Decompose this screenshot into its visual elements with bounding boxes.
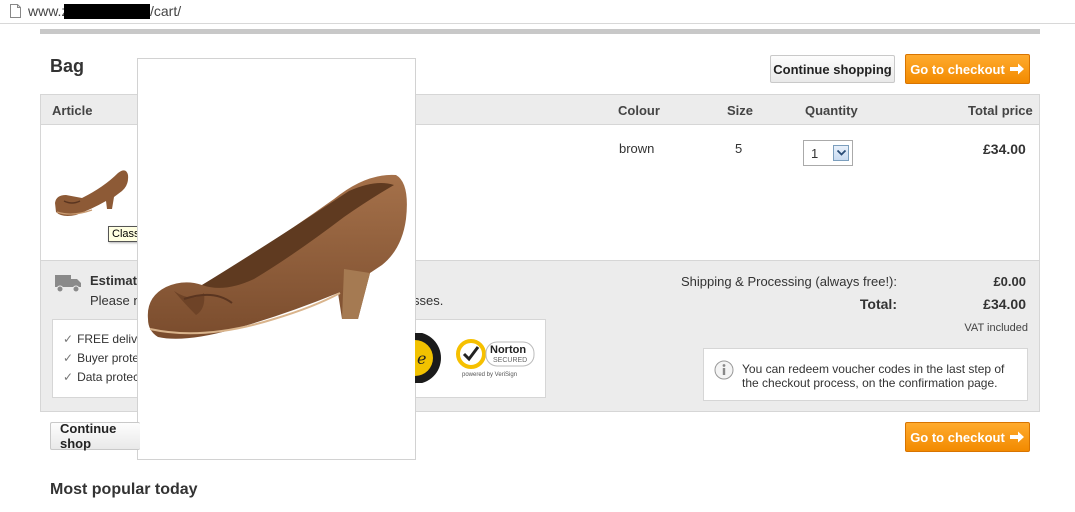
arrow-right-icon bbox=[1009, 431, 1024, 443]
checkout-label: Go to checkout bbox=[910, 61, 1005, 77]
truck-icon bbox=[55, 275, 81, 293]
voucher-info-box: You can redeem voucher codes in the last… bbox=[703, 348, 1028, 401]
check-icon: ✓ bbox=[63, 332, 74, 346]
product-large-image bbox=[147, 174, 407, 339]
most-popular-heading: Most popular today bbox=[50, 481, 198, 498]
vat-note: VAT included bbox=[964, 322, 1028, 334]
trust-item: ✓ Buyer prote bbox=[63, 351, 140, 365]
go-to-checkout-button[interactable]: Go to checkout bbox=[905, 54, 1030, 84]
trust-item: ✓ Data protec bbox=[63, 370, 140, 384]
norton-label: Norton bbox=[490, 344, 526, 356]
quantity-value: 1 bbox=[811, 146, 819, 161]
url-suffix: /cart/ bbox=[150, 3, 182, 19]
col-total-price: Total price bbox=[968, 103, 1033, 118]
page-icon bbox=[10, 4, 21, 18]
go-to-checkout-button-bottom[interactable]: Go to checkout bbox=[905, 422, 1030, 452]
check-icon: ✓ bbox=[63, 351, 74, 365]
continue-shopping-button[interactable]: Continue shopping bbox=[770, 55, 895, 83]
svg-text:e: e bbox=[417, 349, 426, 368]
col-quantity: Quantity bbox=[805, 103, 858, 118]
product-thumbnail[interactable] bbox=[52, 165, 130, 221]
col-size: Size bbox=[727, 103, 754, 118]
page-title: Bag bbox=[50, 56, 85, 76]
item-colour: brown bbox=[619, 141, 655, 156]
url-prefix: www.z bbox=[28, 3, 69, 19]
top-divider bbox=[40, 29, 1040, 34]
total-value: £34.00 bbox=[983, 296, 1026, 312]
norton-powered: powered by VeriSign bbox=[462, 372, 517, 378]
norton-secured-badge: Norton SECURED powered by VeriSign bbox=[456, 336, 538, 380]
browser-url-bar[interactable]: www.z /cart/ bbox=[0, 0, 1075, 24]
trusted-shops-badge: e bbox=[415, 333, 441, 383]
voucher-text-line1: You can redeem voucher codes in the last… bbox=[742, 362, 1005, 376]
voucher-text-line2: the checkout process, on the confirmatio… bbox=[742, 376, 998, 390]
norton-sub: SECURED bbox=[493, 357, 527, 364]
shipping-value: £0.00 bbox=[993, 274, 1026, 289]
item-size: 5 bbox=[735, 141, 743, 156]
shipping-label: Shipping & Processing (always free!): bbox=[680, 274, 897, 289]
item-total-price: £34.00 bbox=[983, 141, 1026, 157]
trust-item: ✓ FREE delive bbox=[63, 332, 144, 346]
info-icon bbox=[714, 360, 734, 380]
col-colour: Colour bbox=[618, 103, 660, 118]
total-label: Total: bbox=[859, 296, 897, 312]
redacted-block bbox=[64, 4, 150, 19]
checkout-label-bottom: Go to checkout bbox=[910, 429, 1005, 445]
check-icon: ✓ bbox=[63, 370, 74, 384]
arrow-right-icon bbox=[1009, 63, 1024, 75]
continue-shopping-button-bottom[interactable]: Continue shop bbox=[50, 421, 140, 451]
estimate-text-start: Please n bbox=[90, 293, 141, 308]
product-image-popup bbox=[137, 58, 416, 460]
col-article: Article bbox=[52, 103, 93, 118]
estimate-text-end: sses. bbox=[413, 293, 444, 308]
quantity-select[interactable]: 1 bbox=[803, 140, 853, 166]
chevron-down-icon[interactable] bbox=[833, 145, 849, 161]
